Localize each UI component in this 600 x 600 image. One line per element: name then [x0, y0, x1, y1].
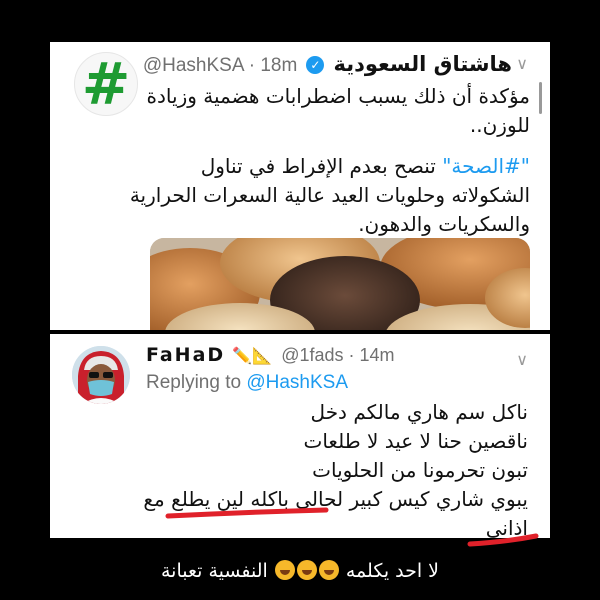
quoted-tweet-card[interactable]: # هاشتاق السعودية ✓ @HashKSA · 18m ∨ مؤك… [50, 42, 550, 330]
profile-avatar[interactable] [72, 346, 130, 404]
tweet-line-rest: تنصح بعدم الإفراط في تناول [200, 154, 443, 178]
tweet-line: ناقصين حنا لا عيد لا طلعات [303, 429, 529, 453]
tweet-text-part-2: "#الصحة" تنصح بعدم الإفراط في تناول الشك… [90, 152, 530, 239]
rofl-emoji-icon [296, 560, 317, 580]
tweet-line: والسكريات والدهون. [358, 212, 530, 236]
tweet-line: الشكولاته وحلويات العيد عالية السعرات ال… [129, 183, 530, 207]
tweet-line: ناكل سم هاري مالكم دخل [310, 400, 528, 424]
rofl-emoji-icon [274, 560, 295, 580]
tweet-line: "#الصحة" تنصح بعدم الإفراط في تناول [90, 152, 530, 181]
replying-prefix: Replying to [146, 372, 242, 393]
replying-to: Replying to @HashKSA [146, 372, 506, 394]
scrollbar[interactable] [539, 82, 542, 114]
tweet-header: FaHaD ✏️📐 @1fads · 14m [146, 344, 476, 370]
display-name[interactable]: هاشتاق السعودية [333, 52, 512, 76]
tweet-line: مؤكدة أن ذلك يسبب اضطرابات هضمية وزيادة [146, 84, 530, 108]
reply-text: ناكل سم هاري مالكم دخل ناقصين حنا لا عيد… [88, 398, 528, 538]
pastries-photo [150, 238, 530, 330]
tweet-header: هاشتاق السعودية ✓ @HashKSA · 18m [143, 52, 512, 80]
tweet-media-image[interactable] [150, 238, 530, 330]
display-name[interactable]: FaHaD [146, 344, 225, 366]
pencil-ruler-emoji-icon: ✏️📐 [232, 346, 273, 365]
tweet-line: اذاني [485, 516, 528, 538]
tweet-line: للوزن.. [469, 113, 530, 137]
handle-and-time: @HashKSA · 18m [142, 55, 298, 76]
reply-tweet-card[interactable]: FaHaD ✏️📐 @1fads · 14m ∨ Replying to @Ha… [50, 334, 550, 538]
handle-and-time: @1fads · 14m [281, 345, 395, 365]
hashtag-link[interactable]: "#الصحة" [442, 154, 530, 178]
caption-text-end: النفسية تعبانة [160, 560, 268, 582]
user-photo-icon [72, 346, 130, 404]
rofl-emoji-icon [318, 560, 339, 580]
caption-text-start: لا احد يكلمه [345, 560, 440, 582]
tweet-line: يبوي شاري كيس كبير لحالي باكله لين يطلع … [143, 487, 528, 511]
verified-badge-icon: ✓ [306, 56, 325, 74]
chevron-down-icon[interactable]: ∨ [516, 54, 528, 73]
tweet-line: تبون تحرمونا من الحلويات [312, 458, 528, 482]
replying-mention-link[interactable]: @HashKSA [246, 372, 348, 393]
chevron-down-icon[interactable]: ∨ [516, 350, 528, 369]
post-caption: لا احد يكلمه النفسية تعبانة [0, 560, 600, 582]
tweet-text-part-1: مؤكدة أن ذلك يسبب اضطرابات هضمية وزيادة … [90, 82, 530, 140]
